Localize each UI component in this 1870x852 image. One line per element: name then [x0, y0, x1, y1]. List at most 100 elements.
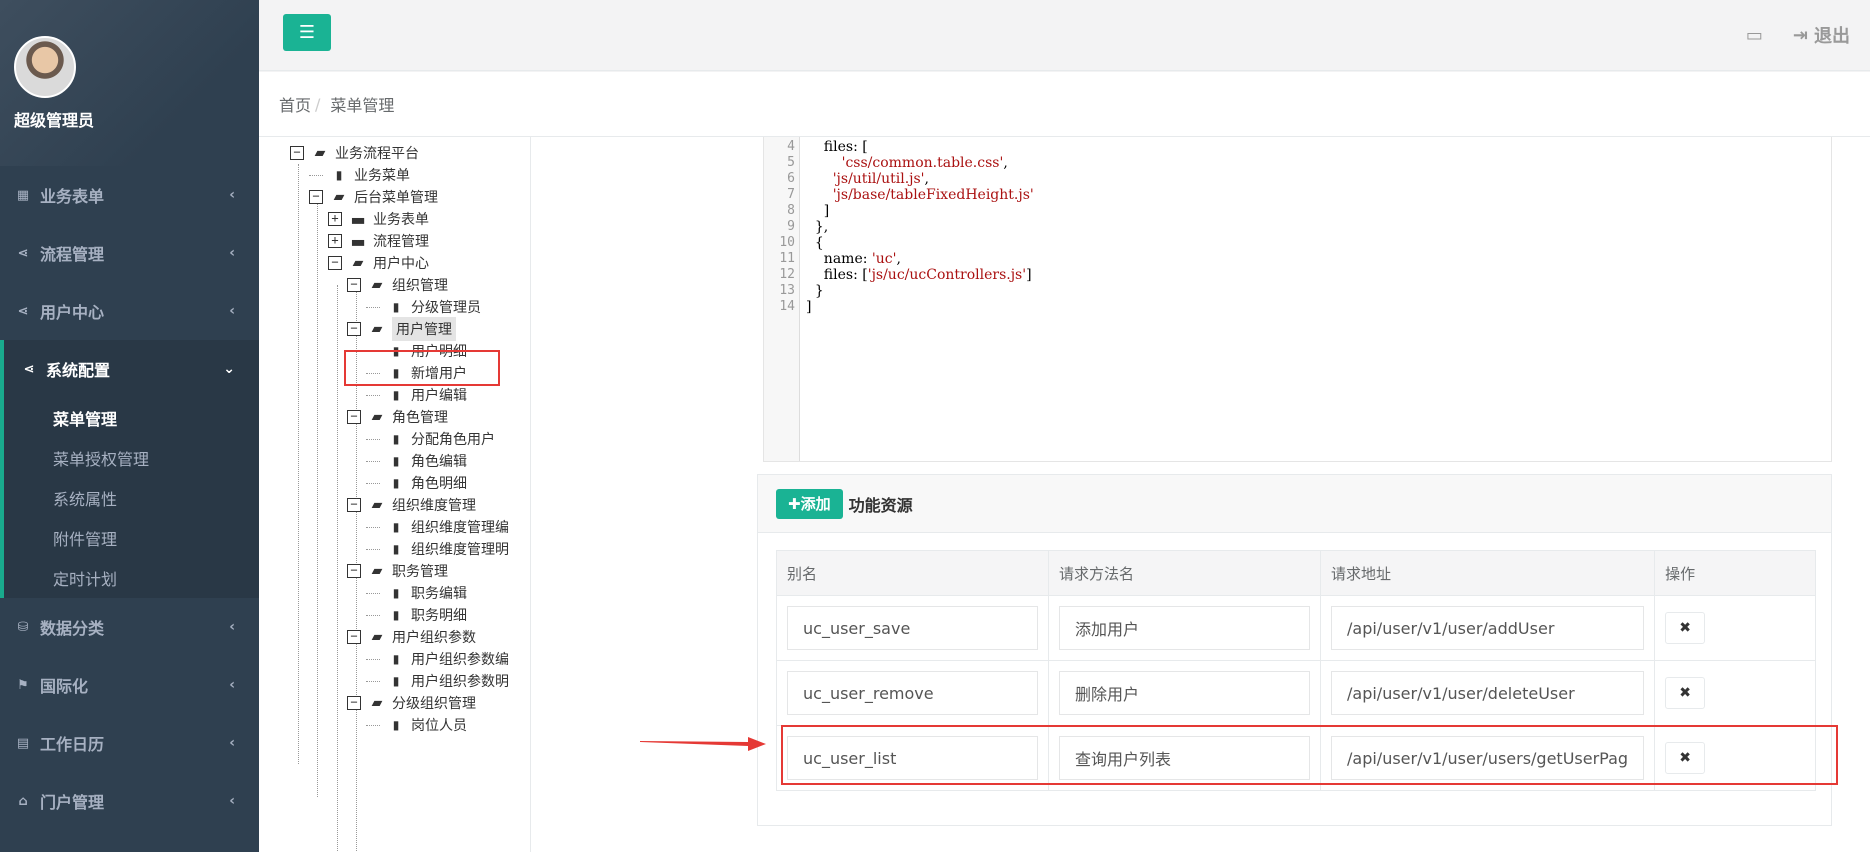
- tree-node-label: 岗位人员: [411, 718, 467, 734]
- collapse-icon[interactable]: −: [347, 564, 361, 578]
- collapse-icon[interactable]: −: [347, 410, 361, 424]
- delete-row-button[interactable]: ✖: [1665, 677, 1706, 709]
- sidebar-item-4[interactable]: ⛁ 数据分类 ‹: [0, 598, 259, 656]
- tree-connector: [366, 614, 380, 616]
- code-line: name: 'uc',: [806, 251, 1034, 267]
- code-string: 'js/util/util.js': [832, 171, 925, 187]
- tree-node[interactable]: ▮ 分配角色用户: [366, 428, 495, 450]
- tree-node[interactable]: − ▰ 角色管理: [347, 406, 448, 428]
- sidebar-item-3[interactable]: ⋖ 系统配置 ⌄: [0, 340, 259, 398]
- tree-node[interactable]: − ▰ 后台菜单管理: [309, 186, 438, 208]
- sidebar-item-1[interactable]: ⋖ 流程管理 ‹: [0, 224, 259, 282]
- sidebar-item-label: 数据分类: [40, 619, 105, 638]
- tree-node[interactable]: ▮ 组织维度管理明: [366, 538, 509, 560]
- url-input[interactable]: /api/user/v1/user/addUser: [1331, 606, 1645, 650]
- folder-open-icon: ▰: [314, 145, 326, 161]
- sidebar-subitem-3[interactable]: 附件管理: [4, 518, 259, 558]
- collapse-icon[interactable]: −: [347, 322, 361, 336]
- method-input[interactable]: 删除用户: [1059, 671, 1310, 715]
- sidebar-subitem-2[interactable]: 系统属性: [4, 478, 259, 518]
- tree-node-label: 用户组织参数: [392, 630, 476, 646]
- sidebar-item-7[interactable]: ⌂ 门户管理 ‹: [0, 772, 259, 830]
- alias-input[interactable]: uc_user_remove: [787, 671, 1038, 715]
- line-number: 7: [787, 187, 795, 202]
- profile-name[interactable]: 超级管理员: [14, 107, 94, 131]
- menu-toggle-button[interactable]: ☰: [283, 14, 331, 51]
- breadcrumb-home[interactable]: 首页: [279, 92, 311, 116]
- add-resource-button[interactable]: ✚添加: [776, 488, 843, 519]
- tree-node-label: 角色管理: [392, 410, 448, 426]
- tree-node[interactable]: ▮ 职务明细: [366, 604, 467, 626]
- resource-panel-title: 功能资源: [848, 495, 913, 515]
- tree-node[interactable]: − ▰ 用户组织参数: [347, 626, 476, 648]
- desktop-icon[interactable]: ▭: [1746, 25, 1763, 46]
- collapse-icon[interactable]: −: [347, 696, 361, 710]
- sidebar-subitem-1[interactable]: 菜单授权管理: [4, 438, 259, 478]
- file-icon: ▮: [392, 586, 400, 600]
- chevron-left-icon: ‹: [229, 735, 235, 751]
- table-cell: /api/user/v1/user/deleteUser: [1319, 660, 1656, 726]
- collapse-icon[interactable]: −: [347, 630, 361, 644]
- code-token: {: [806, 235, 824, 251]
- url-input[interactable]: /api/user/v1/user/deleteUser: [1331, 671, 1645, 715]
- delete-row-button[interactable]: ✖: [1665, 612, 1706, 644]
- chevron-left-icon: ‹: [229, 303, 235, 319]
- collapse-icon[interactable]: −: [347, 278, 361, 292]
- tree-node[interactable]: − ▰ 用户中心: [328, 252, 429, 274]
- collapse-icon[interactable]: −: [309, 190, 323, 204]
- logout-label: 退出: [1814, 26, 1850, 47]
- tree-node[interactable]: − ▰ 用户管理: [347, 317, 456, 341]
- code-line: },: [806, 219, 1034, 235]
- tree-node[interactable]: ▮ 用户编辑: [366, 384, 467, 406]
- table-cell: uc_user_save: [776, 595, 1049, 661]
- close-icon: ✖: [1679, 685, 1691, 701]
- line-number: 13: [779, 283, 795, 298]
- tree-node[interactable]: + ▬ 流程管理: [328, 230, 429, 252]
- sidebar: 超级管理员 ▦ 业务表单 ‹ ⋖ 流程管理 ‹ ⋖ 用户中心 ‹ ⋖ 系统配置 ⌄ 菜单管理 菜单授权管理…: [0, 0, 259, 852]
- sidebar-item-6[interactable]: ▤ 工作日历 ‹: [0, 714, 259, 772]
- tree-node[interactable]: ▮ 用户组织参数明: [366, 670, 509, 692]
- logout-button[interactable]: ⇥ 退出: [1793, 22, 1850, 48]
- tree-node[interactable]: ▮ 用户组织参数编: [366, 648, 509, 670]
- sidebar-item-2[interactable]: ⋖ 用户中心 ‹: [0, 282, 259, 340]
- tree-node-label: 职务编辑: [411, 586, 467, 602]
- chevron-left-icon: ‹: [229, 677, 235, 693]
- sidebar-subitem-0[interactable]: 菜单管理: [4, 398, 259, 438]
- tree-node[interactable]: ▮ 角色明细: [366, 472, 467, 494]
- code-editor[interactable]: 4 5 6 7 8 9 10 11 12 13 14 files: [ 'css/common.ta…: [763, 137, 1832, 462]
- sidebar-subitem-4[interactable]: 定时计划: [4, 558, 259, 598]
- tree-node[interactable]: − ▰ 职务管理: [347, 560, 448, 582]
- sidebar-item-0[interactable]: ▦ 业务表单 ‹: [0, 166, 259, 224]
- tree-node[interactable]: − ▰ 组织维度管理: [347, 494, 476, 516]
- tree-node[interactable]: ▮ 角色编辑: [366, 450, 467, 472]
- tree-node[interactable]: ▮ 职务编辑: [366, 582, 467, 604]
- close-icon: ✖: [1679, 620, 1691, 636]
- tree-node[interactable]: ▮ 分级管理员: [366, 296, 481, 318]
- expand-icon[interactable]: +: [328, 212, 342, 226]
- collapse-icon[interactable]: −: [347, 498, 361, 512]
- avatar[interactable]: [14, 36, 76, 98]
- collapse-icon[interactable]: −: [290, 146, 304, 160]
- highlight-box-user-list-row: [781, 725, 1838, 785]
- method-input[interactable]: 添加用户: [1059, 606, 1310, 650]
- code-line: files: [: [806, 139, 1034, 155]
- top-right-actions: ▭ ⇥ 退出: [1746, 22, 1850, 48]
- tree-node[interactable]: + ▬ 业务表单: [328, 208, 429, 230]
- tree-node[interactable]: ▮ 业务菜单: [309, 164, 410, 186]
- code-token: ,: [924, 171, 929, 187]
- folder-open-icon: ▰: [371, 563, 383, 579]
- tree-node[interactable]: ▮ 岗位人员: [366, 714, 467, 736]
- line-number-gutter: 4 5 6 7 8 9 10 11 12 13 14: [764, 137, 800, 461]
- tree-node[interactable]: − ▰ 组织管理: [347, 274, 448, 296]
- alias-input[interactable]: uc_user_save: [787, 606, 1038, 650]
- table-cell: ✖: [1654, 660, 1816, 726]
- code-token: files: [: [806, 267, 868, 283]
- collapse-icon[interactable]: −: [328, 256, 342, 270]
- table-cell: 删除用户: [1048, 660, 1321, 726]
- chevron-down-icon: ⌄: [223, 361, 235, 377]
- expand-icon[interactable]: +: [328, 234, 342, 248]
- tree-node[interactable]: ▮ 组织维度管理编: [366, 516, 509, 538]
- tree-node[interactable]: − ▰ 分级组织管理: [347, 692, 476, 714]
- tree-node[interactable]: − ▰ 业务流程平台: [290, 142, 419, 164]
- sidebar-item-5[interactable]: ⚑ 国际化 ‹: [0, 656, 259, 714]
